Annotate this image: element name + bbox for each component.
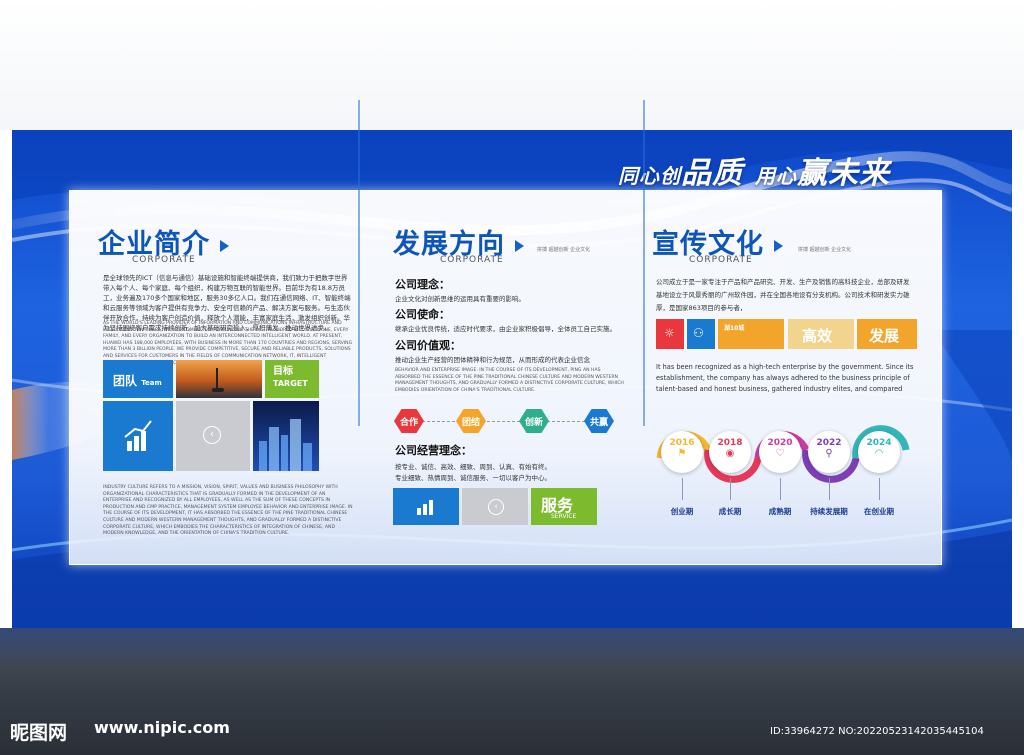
eye-icon: ◉ <box>725 448 735 459</box>
idea-tile: ☼ <box>656 319 684 349</box>
city-photo <box>253 401 319 471</box>
operation-text-1: 按专业、诚信、高效、细致、周到、认真、有始有终。 <box>395 463 551 471</box>
small-label-tile: 湖10城 <box>718 319 784 349</box>
team-tile: 团队 Team <box>103 360 173 398</box>
chart-tile <box>103 401 173 471</box>
handshake-icon: ⚇ <box>693 326 704 340</box>
column-divider <box>643 100 645 426</box>
search-icon: ⚲ <box>825 448 833 459</box>
operation-heading: 公司经营理念： <box>395 444 472 457</box>
chart-tile-small <box>393 488 459 525</box>
timeline-node-2020: 2020 ♡ <box>759 431 801 473</box>
handshake-tile: ⚇ <box>687 319 715 349</box>
corporate-label: CORPORATE <box>689 255 753 265</box>
watermark-url: www.nipic.com <box>94 718 230 737</box>
mission-heading: 公司使命： <box>395 308 450 321</box>
watermark-logo: 昵图网 <box>10 722 68 744</box>
culture-intro-text: 公司成立于是一家专注于产品和产品研究、开发、生产及销售的高科技企业，总部及研发基… <box>656 278 910 312</box>
stage-label: 在创业期 <box>864 507 894 516</box>
lightbulb-icon: ☼ <box>664 326 675 340</box>
service-tile: 服务 SERVICE <box>531 488 597 525</box>
culture-text-en: It has been recognized as a high-tech en… <box>656 363 914 393</box>
slogan: 同心创品质 用心赢未来 <box>618 156 890 191</box>
bar-chart-icon <box>124 420 152 451</box>
target-tile: 目标 TARGET <box>265 360 319 398</box>
megaphone-icon: ⚑ <box>677 448 687 459</box>
image-placeholder: ‹ <box>462 488 528 525</box>
values-text-en: Behavior and enterprise image. In the co… <box>395 368 624 393</box>
image-placeholder: ‹ <box>176 401 250 471</box>
bar-chart-icon <box>417 500 433 515</box>
efficiency-tile: 高效 <box>788 319 854 349</box>
arrow-icon <box>774 239 783 252</box>
mission-text: 继承企业优良传统，适应时代要求，由企业家积极倡导，全体员工自己实施。 <box>395 325 616 333</box>
watermark-id: ID:33964272 NO:20220523142035445104 <box>770 726 984 737</box>
development-tile: 发展 <box>857 319 917 349</box>
tagline: 拼搏 超越创新 企业文化 <box>798 247 852 253</box>
values-text: 推动企业生产经营的团体精神和行为规范，从而形成的代表企业信念 <box>395 356 590 364</box>
arrow-icon <box>220 239 229 252</box>
hex-connector <box>402 421 610 422</box>
timeline-node-2018: 2018 ◉ <box>709 431 751 473</box>
operation-text-2: 专业细致、热情周到、诚信服务、一切以客户为中心。 <box>395 474 551 482</box>
tagline: 拼搏 超越创新 企业文化 <box>537 247 591 253</box>
heart-icon: ♡ <box>775 448 785 459</box>
wifi-icon: ◠ <box>874 448 884 459</box>
concept-text: 企业文化对创新思维的运用具有重要的影响。 <box>395 295 525 303</box>
column-divider <box>358 100 360 426</box>
sunset-photo <box>176 360 262 398</box>
culture-text-en: Industry culture refers to a mission, vi… <box>103 485 353 537</box>
corporate-label: CORPORATE <box>440 255 504 265</box>
corporate-label: CORPORATE <box>132 255 196 265</box>
chevron-left-icon: ‹ <box>203 426 221 444</box>
chevron-left-icon: ‹ <box>488 499 504 515</box>
timeline-node-2022: 2022 ⚲ <box>808 431 850 473</box>
background-top <box>0 0 1024 130</box>
concept-heading: 公司理念： <box>395 278 450 291</box>
timeline-node-2016: 2016 ⚑ <box>661 431 703 473</box>
values-heading: 公司价值观： <box>395 339 461 352</box>
arrow-icon <box>515 239 524 252</box>
timeline-node-2024: 2024 ◠ <box>858 431 900 473</box>
